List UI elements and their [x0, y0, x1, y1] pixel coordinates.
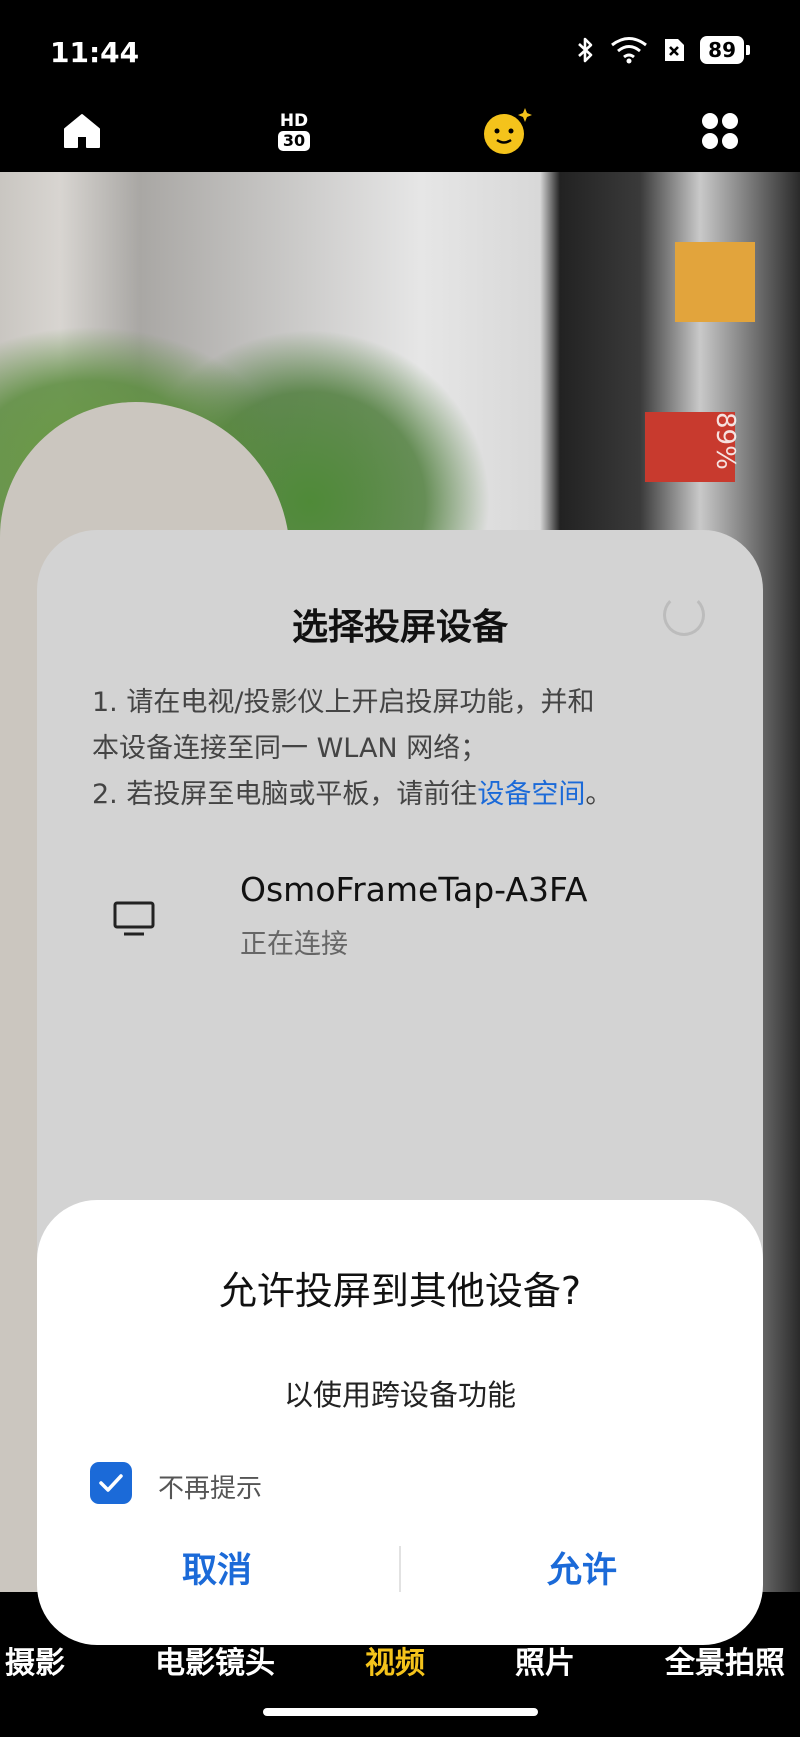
instruction-line: 本设备连接至同一 WLAN 网络；: [92, 733, 488, 764]
permission-dialog: 允许投屏到其他设备? 以使用跨设备功能 不再提示 取消 允许: [37, 1200, 763, 1645]
capture-mode-bar: 摄影 电影镜头 视频 照片 全景拍照: [0, 1638, 800, 1682]
home-icon: [64, 114, 100, 148]
resolution-button[interactable]: HD 30: [264, 96, 324, 166]
allow-button[interactable]: 允许: [432, 1542, 732, 1593]
beauty-button[interactable]: [476, 96, 536, 166]
home-button[interactable]: [52, 96, 112, 166]
wifi-icon: [611, 37, 648, 64]
hd-label: HD: [279, 111, 309, 131]
loading-spinner-icon: [663, 594, 705, 636]
cancel-button[interactable]: 取消: [67, 1542, 367, 1593]
instruction-text: 2. 若投屏至电脑或平板，请前往: [92, 779, 478, 810]
dont-ask-checkbox[interactable]: [90, 1462, 132, 1504]
status-icons: 89: [576, 36, 750, 64]
instruction-text: 。: [585, 779, 613, 810]
battery-icon: 89: [700, 36, 750, 64]
battery-overlay: 89%: [710, 412, 740, 470]
sim-off-icon: [665, 39, 685, 61]
grid-icon: [702, 113, 738, 149]
viewfinder-object: [675, 242, 755, 322]
status-bar: 11:44 89: [0, 0, 800, 110]
check-icon: [99, 1474, 123, 1492]
device-name: OsmoFrameTap-A3FA: [240, 870, 588, 909]
permission-subtitle: 以使用跨设备功能: [283, 1378, 516, 1412]
fps-label: 30: [277, 131, 311, 151]
bluetooth-icon: [578, 37, 593, 63]
button-divider: [399, 1546, 401, 1592]
tv-icon: [113, 901, 155, 936]
status-time: 11:44: [50, 36, 140, 69]
face-icon: [484, 108, 532, 154]
dont-ask-label[interactable]: 不再提示: [158, 1468, 262, 1505]
camera-toolbar: HD 30: [0, 96, 800, 172]
instruction-line: 2. 若投屏至电脑或平板，请前往设备空间。: [92, 772, 712, 818]
mode-item[interactable]: 摄影: [5, 1638, 65, 1682]
more-button[interactable]: [690, 96, 750, 166]
cast-instructions: 1. 请在电视/投影仪上开启投屏功能，并和 本设备连接至同一 WLAN 网络； …: [92, 680, 712, 818]
device-status: 正在连接: [240, 929, 348, 960]
cast-dialog-title: 选择投屏设备: [291, 607, 508, 648]
instruction-line: 1. 请在电视/投影仪上开启投屏功能，并和: [92, 687, 595, 718]
permission-title: 允许投屏到其他设备?: [218, 1269, 582, 1313]
device-space-link[interactable]: 设备空间: [477, 779, 585, 810]
cast-device-item[interactable]: OsmoFrameTap-A3FA 正在连接: [112, 870, 712, 970]
home-indicator[interactable]: [263, 1708, 538, 1716]
